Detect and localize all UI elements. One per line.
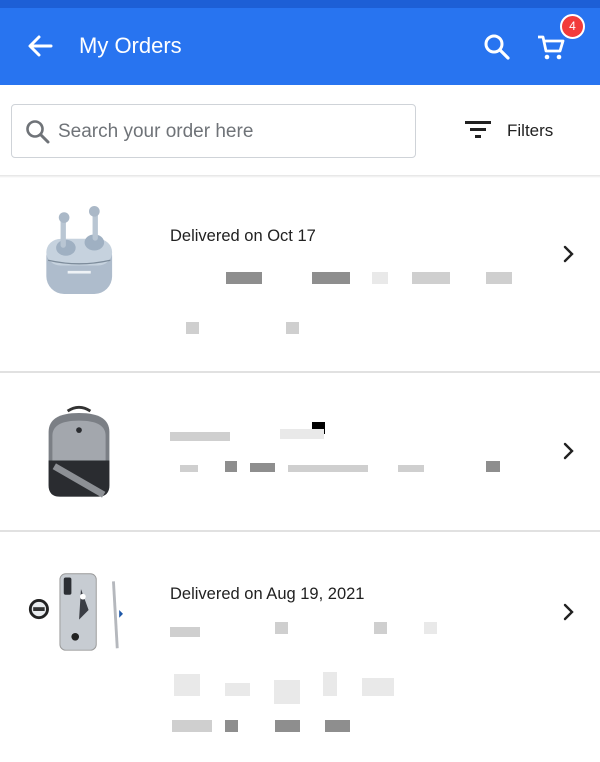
redacted-text [323,672,337,696]
search-box[interactable] [11,104,416,158]
redacted-text [170,627,200,637]
cart-icon[interactable] [536,32,566,62]
product-thumbnail-phone-case [28,573,123,651]
redacted-text [170,432,230,441]
redacted-text [424,622,437,634]
redacted-text [412,272,450,284]
order-item[interactable] [0,373,600,530]
redacted-text [312,272,350,284]
order-status: Delivered on Oct 17 [170,227,316,245]
filters-label: Filters [507,121,554,140]
order-item[interactable]: Delivered on Aug 19, 2021 [0,532,600,762]
redacted-text [398,465,424,472]
search-input[interactable] [56,113,400,151]
redacted-text [486,272,512,284]
order-item[interactable]: Delivered on Oct 17 [0,178,600,371]
page-title: My Orders [79,33,182,58]
redacted-text [172,720,212,732]
redacted-text [275,720,300,732]
redacted-text [286,322,299,334]
redacted-text [250,463,275,472]
status-bar [0,0,600,8]
redacted-text [186,322,199,334]
redacted-text [280,429,324,439]
redacted-text [225,720,238,732]
redacted-text [372,272,388,284]
redacted-text [362,678,394,696]
redacted-text [275,622,288,634]
filter-icon [465,121,491,138]
chevron-right-icon [563,245,574,263]
cart-count-badge: 4 [560,14,585,39]
chevron-right-icon [563,603,574,621]
product-thumbnail-backpack [48,405,110,498]
redacted-text [226,272,262,284]
order-status: Delivered on Aug 19, 2021 [170,585,365,603]
redacted-text [288,465,368,472]
filters-button[interactable]: Filters [462,115,572,147]
redacted-text [225,683,250,696]
redacted-text [180,465,198,472]
product-thumbnail-earbuds [46,206,113,294]
redacted-text [225,461,237,472]
app-bar: My Orders [0,8,600,85]
search-icon[interactable] [482,32,512,62]
back-arrow-icon[interactable] [24,30,56,62]
chevron-right-icon [563,442,574,460]
redacted-text [486,461,500,472]
search-row: Filters [0,85,600,175]
redacted-text [274,680,300,704]
redacted-text [325,720,350,732]
redacted-text [374,622,387,634]
search-icon [26,120,50,144]
redacted-text [174,674,200,696]
